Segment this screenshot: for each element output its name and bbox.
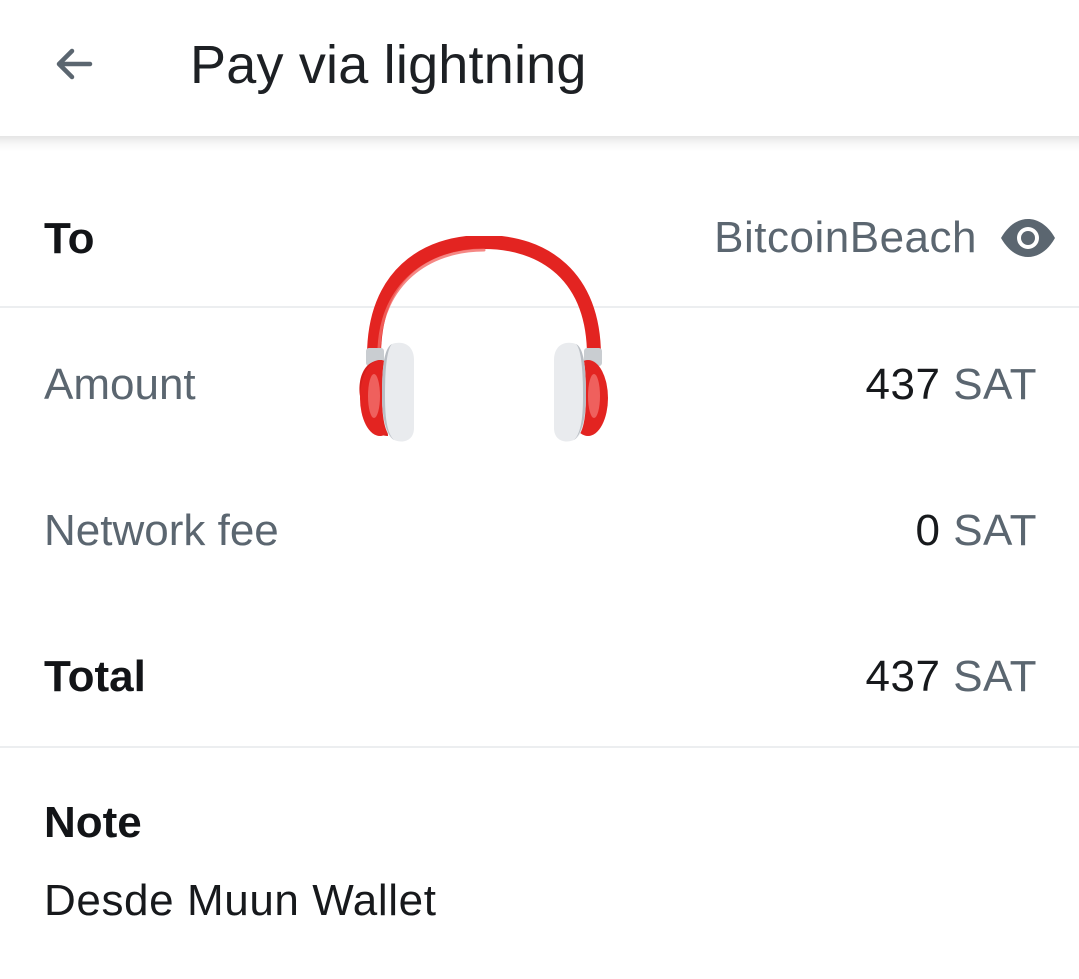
back-button[interactable] [30,20,118,108]
app-bar: Pay via lightning [0,0,1079,136]
app-bar-shadow [0,136,1079,152]
amount-unit: SAT [953,360,1037,409]
headphones-icon [359,236,608,442]
network-fee-unit: SAT [953,506,1037,555]
to-label: To [44,214,95,263]
eye-icon[interactable] [999,218,1057,258]
note-text: Desde Muun Wallet [44,876,437,925]
amount-number: 437 [865,360,941,409]
network-fee-value: 0 SAT [915,506,1037,556]
network-fee-number: 0 [915,506,941,555]
page-title: Pay via lightning [190,35,587,95]
amount-value: 437 SAT [866,360,1037,410]
recipient-name: BitcoinBeach [714,213,977,262]
arrow-left-icon [56,48,93,80]
amount-label: Amount [44,360,196,409]
total-unit: SAT [953,652,1037,701]
note-label: Note [44,798,142,847]
total-number: 437 [865,652,941,701]
divider-total [0,746,1079,748]
network-fee-label: Network fee [44,506,279,555]
total-value: 437 SAT [866,652,1037,702]
recipient-toggle[interactable]: BitcoinBeach [714,208,1057,268]
total-label: Total [44,652,146,701]
